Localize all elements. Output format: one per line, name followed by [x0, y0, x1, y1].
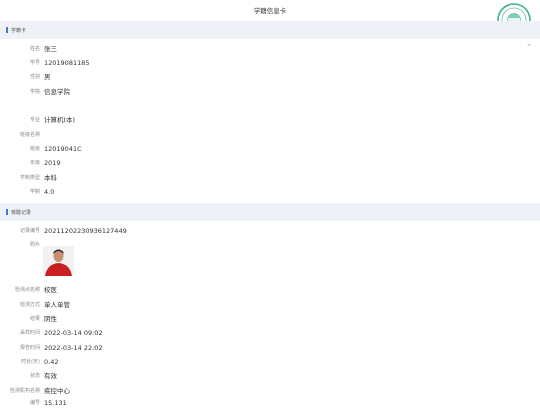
info-row: 记录编号 20211202230936127449 [0, 224, 540, 238]
row-value: 2022-03-14 22:02 [44, 344, 103, 352]
row-label: 记录编号 [19, 228, 40, 234]
row-value: 校医 [44, 286, 57, 294]
row-value: 男 [44, 73, 51, 81]
row-label: 专业 [29, 117, 40, 123]
row-value: 2019 [44, 159, 61, 167]
info-row: 性别 男 [0, 70, 540, 84]
section-accent-bar [6, 27, 8, 33]
row-label: 检测点名称 [14, 287, 40, 293]
row-label: 结果 [29, 316, 40, 322]
row-label: 班级 [29, 146, 40, 152]
section-accent-bar [6, 209, 8, 215]
row-value: 20211202230936127449 [44, 227, 127, 235]
info-row [0, 99, 540, 113]
info-row: 时长(天) 0.42 [0, 355, 540, 369]
row-label: 照片 [29, 242, 40, 248]
page-title: 学籍信息卡 [0, 0, 540, 20]
info-row: 学号 12019081185 [0, 56, 540, 70]
row-value: 2022-03-14 09:02 [44, 329, 103, 337]
row-label: 性别 [29, 74, 40, 80]
row-label: 班级名称 [19, 132, 40, 138]
row-value: 4.0 [44, 188, 55, 196]
row-label: 学制类型 [19, 175, 40, 181]
row-value: 张三 [44, 45, 57, 53]
info-row: 报告时间 2022-03-14 22:02 [0, 341, 540, 355]
row-value: 计算机(本) [44, 116, 76, 124]
row-label: 姓名 [29, 46, 40, 52]
row-label: 时长(天) [21, 359, 40, 365]
person-photo [43, 246, 74, 276]
section-title: 核酸记录 [11, 209, 32, 216]
row-value: 0.42 [44, 358, 59, 366]
info-row: 学制类型 本科 [0, 171, 540, 185]
info-row: 检测点名称 校医 [0, 283, 540, 297]
info-row: 专业 计算机(本) [0, 113, 540, 127]
info-row: 学院 信息学院 [0, 85, 540, 99]
row-label: 学制 [29, 189, 40, 195]
row-label: 采样时间 [19, 330, 40, 336]
row-label [0, 99, 40, 113]
row-label: 编号 [29, 400, 40, 406]
info-row: 年级 2019 [0, 156, 540, 170]
row-label: 状态 [29, 373, 40, 379]
row-label: 年级 [29, 160, 40, 166]
info-row: 学制 4.0 [0, 185, 540, 199]
info-row: 姓名 张三 [0, 42, 540, 56]
info-row: 状态 有效 [0, 369, 540, 383]
section-header-test-record: 核酸记录 [0, 203, 540, 221]
person-avatar-icon [43, 246, 74, 276]
section-title: 学籍卡 [11, 27, 27, 34]
row-label: 报告时间 [19, 345, 40, 351]
row-label: 学号 [29, 60, 40, 66]
section-header-student-card: 学籍卡 [0, 21, 540, 39]
row-value: 单人单管 [44, 301, 70, 309]
row-value: 信息学院 [44, 88, 70, 96]
info-row: 结果 阴性 [0, 312, 540, 326]
row-value: 12019041C [44, 145, 82, 153]
info-row: 班级名称 [0, 128, 540, 142]
row-label: 学院 [29, 89, 40, 95]
row-value: 15.131 [44, 399, 67, 407]
info-row: 班级 12019041C [0, 142, 540, 156]
info-row: 照片 [0, 238, 540, 252]
row-label: 检测方式 [19, 302, 40, 308]
info-row: 采样时间 2022-03-14 09:02 [0, 326, 540, 340]
row-value: 本科 [44, 174, 57, 182]
row-value: 有效 [44, 372, 57, 380]
row-value: 阴性 [44, 315, 57, 323]
info-row: 检测方式 单人单管 [0, 298, 540, 312]
row-value: 12019081185 [44, 59, 90, 67]
info-row: 编号 15.131 [0, 396, 540, 410]
